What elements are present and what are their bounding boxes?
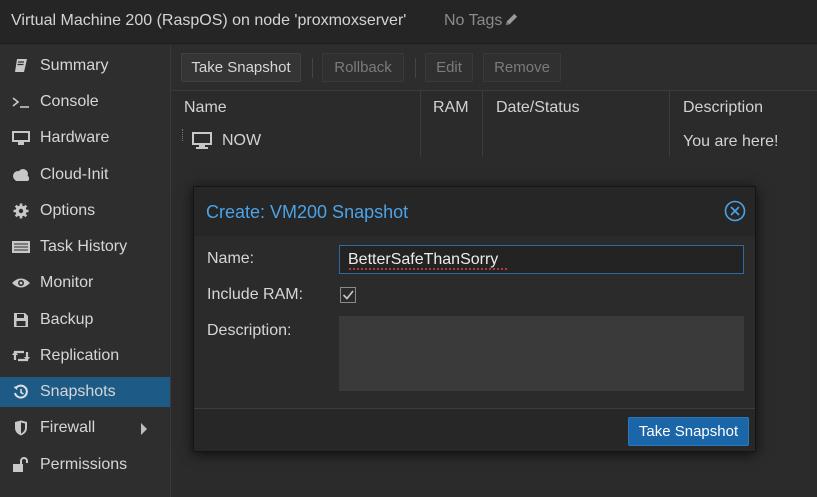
toolbar-separator	[312, 58, 313, 78]
pencil-icon[interactable]	[504, 12, 519, 27]
sidebar-item-backup[interactable]: Backup	[0, 305, 170, 335]
sidebar-item-label: Task History	[40, 238, 128, 255]
rollback-button[interactable]: Rollback	[322, 53, 404, 82]
list-icon	[11, 239, 31, 255]
sidebar-item-hardware[interactable]: Hardware	[0, 123, 170, 153]
tree-connector	[182, 129, 183, 141]
sidebar-item-monitor[interactable]: Monitor	[0, 268, 170, 298]
description-label: Description:	[207, 322, 292, 339]
vm-header: Virtual Machine 200 (RaspOS) on node 'pr…	[0, 0, 817, 44]
remove-button[interactable]: Remove	[483, 53, 561, 82]
close-icon[interactable]	[724, 200, 746, 222]
submenu-arrow-icon[interactable]	[140, 422, 148, 440]
sidebar-item-label: Monitor	[40, 274, 94, 291]
sidebar-item-label: Backup	[40, 311, 94, 328]
column-header-name[interactable]: Name	[184, 99, 227, 117]
floppy-icon	[11, 312, 31, 328]
sidebar-item-permissions[interactable]: Permissions	[0, 450, 170, 480]
sidebar-item-console[interactable]: Console	[0, 87, 170, 117]
retweet-icon	[11, 348, 31, 364]
sidebar-item-label: Hardware	[40, 129, 110, 146]
sidebar-item-firewall[interactable]: Firewall	[0, 413, 170, 443]
unlock-icon	[11, 457, 31, 473]
sidebar-item-label: Options	[40, 202, 96, 219]
tags-editor[interactable]: No Tags	[444, 12, 519, 30]
dialog-body: Name: Include RAM: Description:	[194, 236, 755, 409]
dialog-header: Create: VM200 Snapshot	[194, 187, 755, 236]
take-snapshot-submit-button[interactable]: Take Snapshot	[628, 417, 749, 446]
sidebar-item-label: Firewall	[40, 419, 96, 436]
snapshot-name-input[interactable]	[339, 245, 744, 274]
sidebar-item-replication[interactable]: Replication	[0, 341, 170, 371]
shield-icon	[11, 420, 31, 436]
snapshot-toolbar: Take Snapshot Rollback Edit Remove	[171, 45, 817, 91]
include-ram-label: Include RAM:	[207, 286, 304, 303]
include-ram-checkbox[interactable]	[340, 287, 356, 303]
sidebar-item-label: Replication	[40, 347, 120, 364]
dialog-title: Create: VM200 Snapshot	[206, 202, 409, 222]
snapshot-row-description: You are here!	[683, 133, 779, 150]
edit-button[interactable]: Edit	[425, 53, 473, 82]
sidebar-item-label: Snapshots	[40, 383, 116, 400]
column-header-description[interactable]: Description	[683, 99, 763, 117]
sidebar-item-cloud-init[interactable]: Cloud-Init	[0, 160, 170, 190]
create-snapshot-dialog: Create: VM200 Snapshot Name: Include RAM…	[193, 186, 756, 452]
monitor-icon	[11, 130, 31, 146]
column-divider	[669, 91, 670, 157]
column-header-ram[interactable]: RAM	[433, 99, 469, 117]
sidebar-item-label: Summary	[40, 57, 109, 74]
sidebar-item-options[interactable]: Options	[0, 196, 170, 226]
cloud-icon	[11, 167, 31, 183]
sidebar-item-snapshots[interactable]: Snapshots	[0, 377, 170, 407]
column-divider	[482, 91, 483, 157]
column-divider	[420, 91, 421, 157]
sidebar-item-label: Permissions	[40, 456, 128, 473]
gear-icon	[11, 203, 31, 219]
book-icon	[11, 58, 31, 74]
description-textarea[interactable]	[339, 316, 744, 391]
column-header-date-status[interactable]: Date/Status	[496, 99, 580, 117]
terminal-icon	[11, 94, 31, 110]
sidebar-item-label: Console	[40, 93, 99, 110]
monitor-icon	[191, 131, 213, 155]
sidebar: Summary Console Hardware Cloud-Init Opti…	[0, 45, 171, 497]
history-icon	[11, 384, 31, 400]
sidebar-item-summary[interactable]: Summary	[0, 51, 170, 81]
take-snapshot-button[interactable]: Take Snapshot	[181, 53, 301, 82]
tags-text: No Tags	[444, 12, 503, 29]
name-label: Name:	[207, 250, 255, 267]
dialog-footer: Take Snapshot	[194, 409, 755, 451]
sidebar-item-label: Cloud-Init	[40, 166, 109, 183]
eye-icon	[11, 275, 31, 291]
vm-title: Virtual Machine 200 (RaspOS) on node 'pr…	[11, 12, 407, 29]
snapshot-row-name[interactable]: NOW	[222, 132, 261, 150]
sidebar-item-task-history[interactable]: Task History	[0, 232, 170, 262]
grid-header: Name RAM Date/Status Description	[171, 91, 817, 127]
toolbar-separator	[415, 58, 416, 78]
